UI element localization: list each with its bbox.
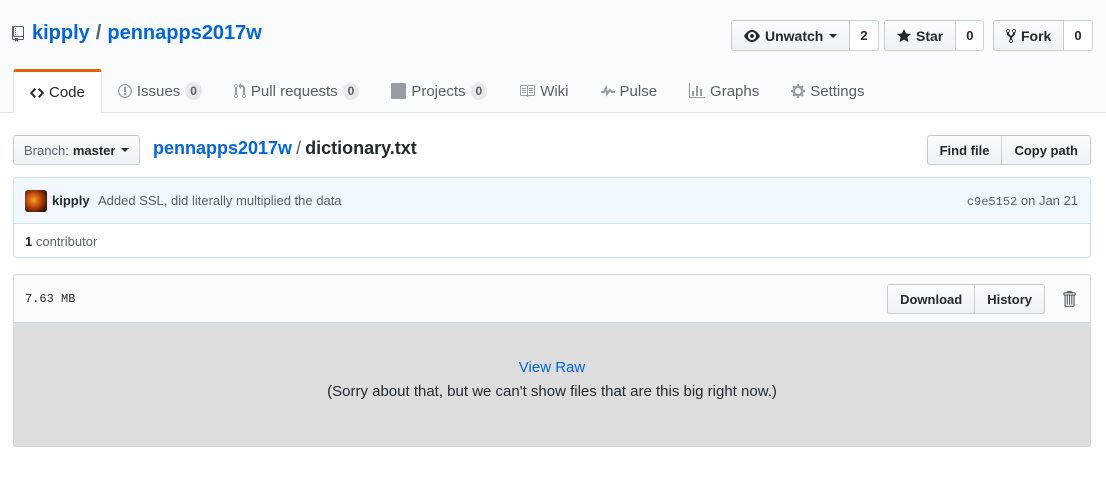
file-size: 7.63 MB: [25, 292, 76, 306]
tab-label: Projects: [411, 82, 466, 100]
branch-name: master: [72, 142, 116, 158]
watchers-count[interactable]: 2: [850, 20, 879, 51]
unwatch-button[interactable]: Unwatch: [731, 20, 851, 51]
repo-nav: Code Issues 0 Pull requests 0 Projects 0…: [13, 69, 880, 114]
branch-prefix: Branch:: [24, 142, 69, 158]
repo-title: kipply / pennapps2017w: [12, 22, 262, 45]
blob-actions: Download History: [887, 284, 1045, 314]
breadcrumb: pennapps2017w / dictionary.txt: [153, 138, 417, 159]
copy-path-button[interactable]: Copy path: [1002, 135, 1091, 165]
breadcrumb-repo-link[interactable]: pennapps2017w: [153, 138, 292, 158]
tab-label: Settings: [810, 82, 865, 100]
pull-request-icon: [233, 83, 246, 99]
repo-icon: [12, 25, 24, 42]
tab-issues[interactable]: Issues 0: [102, 69, 218, 113]
tab-label: Pull requests: [250, 82, 338, 100]
breadcrumb-file: dictionary.txt: [305, 138, 417, 158]
file-too-big-message: (Sorry about that, but we can't show fil…: [327, 383, 777, 400]
tab-projects[interactable]: Projects 0: [375, 69, 503, 113]
project-icon: [391, 83, 407, 99]
file-box: 7.63 MB Download History View Raw (Sorry…: [13, 274, 1091, 447]
file-header: 7.63 MB Download History: [14, 275, 1090, 323]
issues-counter: 0: [185, 82, 202, 100]
commit-tease: kipply Added SSL, did literally multipli…: [13, 177, 1091, 224]
tab-label: Issues: [136, 82, 181, 100]
tab-settings[interactable]: Settings: [775, 69, 880, 113]
commit-date-prefix: on: [1020, 193, 1036, 208]
eye-icon: [744, 29, 760, 42]
pull-requests-counter: 0: [342, 82, 360, 100]
contributors-label: contributor: [35, 234, 98, 249]
tab-label: Wiki: [540, 82, 569, 100]
commit-meta: c9e5152 on Jan 21: [967, 193, 1078, 209]
watch-group: Unwatch 2: [731, 20, 879, 51]
find-file-button[interactable]: Find file: [926, 135, 1003, 165]
avatar[interactable]: [25, 190, 47, 212]
contributors-count: 1: [25, 234, 33, 249]
tab-label: Graphs: [710, 82, 760, 100]
projects-counter: 0: [470, 82, 488, 100]
commit-author-link[interactable]: kipply: [52, 193, 90, 208]
repo-name-link[interactable]: pennapps2017w: [107, 22, 262, 45]
book-icon: [519, 83, 536, 99]
star-label: Star: [916, 27, 944, 44]
tab-pull-requests[interactable]: Pull requests 0: [218, 69, 375, 113]
caret-down-icon: [121, 148, 130, 152]
commit-date: Jan 21: [1038, 193, 1078, 208]
path-separator: /: [95, 22, 102, 44]
tab-graphs[interactable]: Graphs: [673, 69, 775, 113]
history-button[interactable]: History: [975, 284, 1045, 314]
stargazers-count[interactable]: 0: [956, 20, 985, 51]
fork-icon: [1006, 28, 1016, 43]
file-body: View Raw (Sorry about that, but we can't…: [14, 323, 1090, 446]
tab-pulse[interactable]: Pulse: [585, 69, 674, 113]
tab-wiki[interactable]: Wiki: [503, 69, 584, 113]
issue-icon: [117, 83, 132, 99]
fork-button[interactable]: Fork: [993, 20, 1065, 51]
star-icon: [897, 28, 911, 42]
branch-select-button[interactable]: Branch: master: [13, 135, 141, 165]
file-nav: Find file Copy path: [926, 135, 1091, 165]
star-group: Star 0: [884, 20, 985, 51]
graph-icon: [689, 83, 706, 99]
tab-label: Code: [49, 84, 85, 101]
contributors-summary: 1 contributor: [25, 234, 97, 249]
fork-group: Fork 0: [993, 20, 1093, 51]
commit-message[interactable]: Added SSL, did literally multiplied the …: [98, 193, 342, 208]
code-icon: [30, 85, 44, 101]
forks-count[interactable]: 0: [1064, 20, 1093, 51]
fork-label: Fork: [1021, 27, 1052, 44]
tab-code[interactable]: Code: [13, 69, 102, 114]
pulse-icon: [600, 83, 615, 99]
repo-owner-link[interactable]: kipply: [32, 22, 90, 45]
trash-icon[interactable]: [1062, 290, 1076, 308]
star-button[interactable]: Star: [884, 20, 957, 51]
caret-down-icon: [829, 33, 838, 38]
commit-sha-link[interactable]: c9e5152: [967, 195, 1017, 209]
download-button[interactable]: Download: [887, 284, 976, 314]
view-raw-link[interactable]: View Raw: [14, 359, 1090, 376]
repo-header: kipply / pennapps2017w Unwatch 2 Star 0 …: [0, 0, 1106, 114]
contributors-bar[interactable]: 1 contributor: [13, 223, 1091, 258]
tab-label: Pulse: [619, 82, 658, 100]
gear-icon: [791, 83, 806, 99]
unwatch-label: Unwatch: [765, 27, 824, 44]
breadcrumb-separator: /: [296, 138, 302, 158]
